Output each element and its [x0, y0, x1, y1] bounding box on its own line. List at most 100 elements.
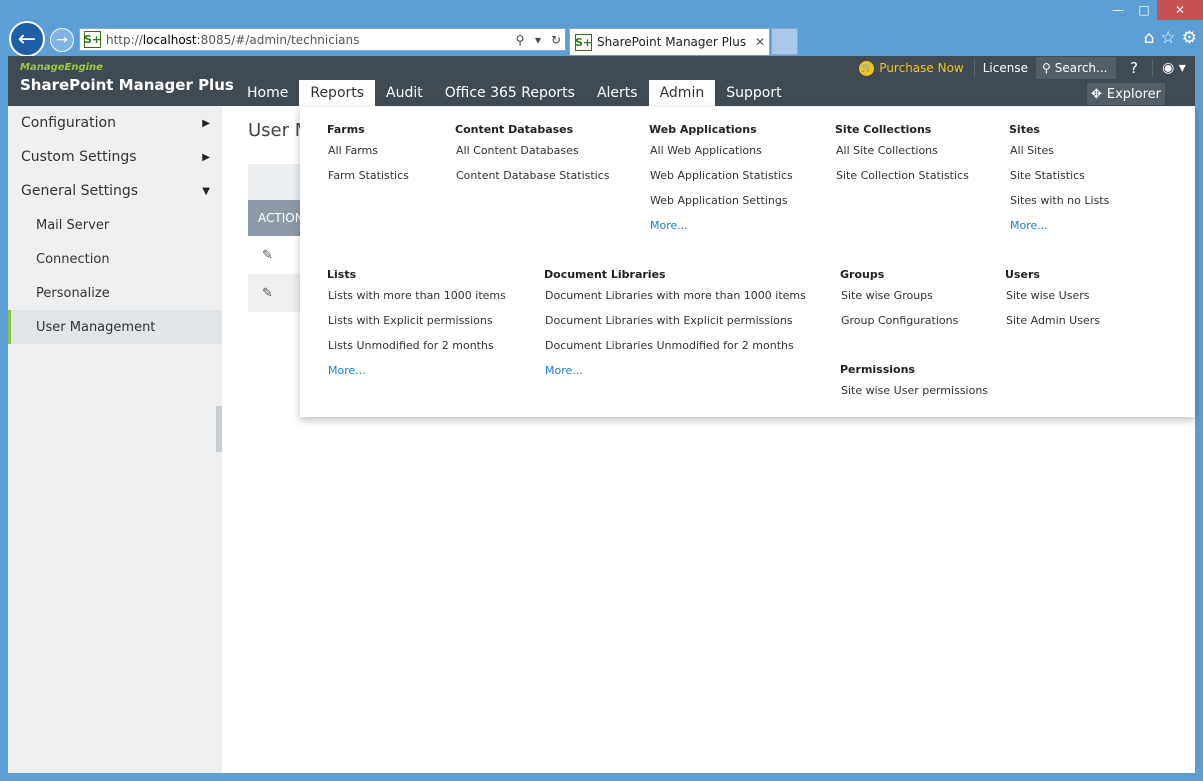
new-tab-button[interactable] [771, 28, 798, 55]
chevron-right-icon: ▶ [202, 151, 210, 163]
back-button[interactable]: ← [9, 21, 45, 57]
menu-link[interactable]: All Site Collections [835, 143, 969, 168]
menu-link[interactable]: Content Database Statistics [455, 168, 610, 193]
section-heading: Farms [327, 123, 365, 136]
reports-mega-menu: Farms All Farms Farm Statistics Content … [300, 107, 1195, 417]
help-icon[interactable]: ? [1116, 59, 1152, 77]
menu-link[interactable]: Lists with Explicit permissions [327, 313, 506, 338]
menu-link[interactable]: All Content Databases [455, 143, 610, 168]
menu-link[interactable]: Lists Unmodified for 2 months [327, 338, 506, 363]
sidebar-subitem-personalize[interactable]: Personalize [8, 276, 222, 310]
menu-link[interactable]: Site Collection Statistics [835, 168, 969, 193]
license-link[interactable]: License [975, 61, 1036, 75]
menu-link[interactable]: Site wise User permissions [840, 383, 988, 408]
search-icon[interactable]: ⚲ [511, 33, 529, 47]
sidebar-item-label: Custom Settings [21, 149, 137, 165]
more-link[interactable]: More... [544, 363, 806, 388]
section-heading: Groups [840, 268, 885, 281]
menu-link[interactable]: Site Statistics [1009, 168, 1109, 193]
menu-link[interactable]: Sites with no Lists [1009, 193, 1109, 218]
app-header: ManageEngine SharePoint Manager Plus 🛒 P… [8, 56, 1195, 106]
menu-link[interactable]: Document Libraries with more than 1000 i… [544, 288, 806, 313]
tab-title: SharePoint Manager Plus [597, 35, 747, 49]
settings-gear-icon[interactable]: ⚙ [1182, 28, 1197, 48]
menu-link[interactable]: Document Libraries with Explicit permiss… [544, 313, 806, 338]
address-bar[interactable]: S+ http://localhost:8085/#/admin/technic… [79, 28, 566, 51]
browser-tab[interactable]: S+ SharePoint Manager Plus ✕ [569, 28, 770, 55]
section-heading: Content Databases [455, 123, 574, 136]
menu-link[interactable]: Farm Statistics [327, 168, 409, 193]
section-heading: Users [1005, 268, 1040, 281]
nav-audit[interactable]: Audit [375, 80, 434, 106]
sidebar-subitem-user-management[interactable]: User Management [8, 310, 222, 344]
search-icon: ⚲ [1042, 61, 1051, 75]
menu-section-web-applications: Web Applications All Web Applications We… [649, 123, 793, 243]
purchase-label: Purchase Now [879, 61, 964, 75]
nav-reports[interactable]: Reports [299, 80, 376, 106]
section-heading: Lists [327, 268, 357, 281]
menu-link[interactable]: Group Configurations [840, 313, 958, 338]
search-box[interactable]: ⚲ Search... [1036, 57, 1116, 79]
more-link[interactable]: More... [649, 218, 793, 243]
window-controls: — □ ✕ [1105, 0, 1203, 22]
edit-icon[interactable]: ✎ [248, 274, 308, 312]
sidebar: Configuration ▶ Custom Settings ▶ Genera… [8, 106, 224, 773]
menu-link[interactable]: All Web Applications [649, 143, 793, 168]
product-name: SharePoint Manager Plus [20, 76, 234, 94]
nav-support[interactable]: Support [715, 80, 792, 106]
edit-icon[interactable]: ✎ [248, 236, 308, 274]
main-navigation: Home Reports Audit Office 365 Reports Al… [236, 80, 793, 106]
site-favicon-icon: S+ [83, 31, 102, 48]
home-icon[interactable]: ⌂ [1144, 28, 1155, 48]
explorer-icon: ✥ [1090, 86, 1102, 102]
chevron-right-icon: ▶ [202, 117, 210, 129]
section-heading: Sites [1009, 123, 1040, 136]
tab-favicon-icon: S+ [574, 33, 593, 51]
menu-link[interactable]: All Farms [327, 143, 409, 168]
menu-link[interactable]: Document Libraries Unmodified for 2 mont… [544, 338, 806, 363]
menu-section-content-databases: Content Databases All Content Databases … [455, 123, 610, 193]
url-text[interactable]: http://localhost:8085/#/admin/technician… [106, 33, 511, 47]
menu-link[interactable]: Web Application Statistics [649, 168, 793, 193]
user-avatar-icon[interactable]: ◉ ▾ [1153, 60, 1195, 76]
sidebar-item-label: Configuration [21, 115, 116, 131]
sidebar-item-custom-settings[interactable]: Custom Settings ▶ [8, 140, 222, 174]
menu-link[interactable]: Web Application Settings [649, 193, 793, 218]
menu-link[interactable]: All Sites [1009, 143, 1109, 168]
maximize-icon[interactable]: □ [1131, 0, 1157, 20]
menu-section-sites: Sites All Sites Site Statistics Sites wi… [1009, 123, 1109, 243]
header-utility-links: 🛒 Purchase Now License ⚲ Search... ? ◉ ▾ [859, 56, 1195, 80]
section-heading: Document Libraries [544, 268, 666, 281]
sidebar-subitem-mail-server[interactable]: Mail Server [8, 208, 222, 242]
sidebar-item-general-settings[interactable]: General Settings ▼ [8, 174, 222, 208]
menu-link[interactable]: Site wise Groups [840, 288, 958, 313]
nav-admin[interactable]: Admin [648, 80, 716, 106]
more-link[interactable]: More... [1009, 218, 1109, 243]
section-heading: Permissions [840, 363, 915, 376]
sidebar-item-label: General Settings [21, 183, 139, 199]
menu-section-document-libraries: Document Libraries Document Libraries wi… [544, 268, 806, 388]
sidebar-item-configuration[interactable]: Configuration ▶ [8, 106, 222, 140]
menu-link[interactable]: Site wise Users [1005, 288, 1100, 313]
purchase-now-link[interactable]: 🛒 Purchase Now [859, 60, 964, 76]
sidebar-subitem-connection[interactable]: Connection [8, 242, 222, 276]
refresh-icon[interactable]: ↻ [547, 33, 565, 47]
menu-section-users: Users Site wise Users Site Admin Users [1005, 268, 1100, 338]
favorites-star-icon[interactable]: ☆ [1161, 28, 1176, 48]
chevron-down-icon: ▼ [202, 185, 210, 197]
close-tab-icon[interactable]: ✕ [751, 35, 769, 49]
nav-office365-reports[interactable]: Office 365 Reports [434, 80, 586, 106]
nav-home[interactable]: Home [236, 80, 299, 106]
more-link[interactable]: More... [327, 363, 506, 388]
menu-link[interactable]: Site Admin Users [1005, 313, 1100, 338]
search-input[interactable]: Search... [1055, 61, 1108, 75]
dropdown-icon[interactable]: ▾ [529, 33, 547, 47]
manageengine-logo: ManageEngine [20, 62, 103, 73]
nav-alerts[interactable]: Alerts [586, 80, 649, 106]
minimize-icon[interactable]: — [1105, 0, 1131, 20]
browser-window: — □ ✕ ← → S+ http://localhost:8085/#/adm… [0, 0, 1203, 781]
menu-link[interactable]: Lists with more than 1000 items [327, 288, 506, 313]
explorer-button[interactable]: ✥ Explorer [1087, 83, 1165, 105]
forward-button[interactable]: → [50, 28, 74, 52]
close-window-icon[interactable]: ✕ [1157, 0, 1203, 20]
